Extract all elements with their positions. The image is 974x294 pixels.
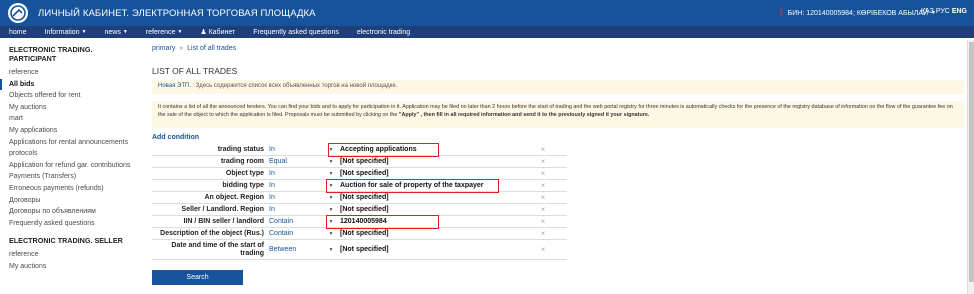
- sidebar-item-my-auctions[interactable]: My auctions: [0, 102, 140, 114]
- condition-value[interactable]: [Not specified]: [340, 194, 536, 201]
- chevron-down-icon[interactable]: ▼: [322, 247, 340, 253]
- nav-reference[interactable]: reference ▼: [137, 29, 192, 36]
- user-menu[interactable]: ⫿ БИН: 120140005984; КӨРІБЕКОВ АБЫЛАЙ ▼: [780, 8, 936, 18]
- highlight-box: [328, 143, 439, 157]
- chevron-down-icon[interactable]: ▼: [322, 159, 340, 165]
- chevron-down-icon[interactable]: ▼: [322, 207, 340, 213]
- lang-rus[interactable]: РУС: [936, 8, 950, 15]
- app-title: ЛИЧНЫЙ КАБИНЕТ. ЭЛЕКТРОННАЯ ТОРГОВАЯ ПЛО…: [38, 8, 316, 19]
- close-icon[interactable]: ×: [536, 193, 550, 202]
- condition-row: An object. Region In ▼ [Not specified] ×: [152, 192, 567, 204]
- condition-row: trading room Equal ▼ [Not specified] ×: [152, 156, 567, 168]
- breadcrumb-root[interactable]: primary: [152, 45, 175, 52]
- condition-value[interactable]: [Not specified]: [340, 170, 536, 177]
- sidebar: ELECTRONIC TRADING. PARTICIPANT referenc…: [0, 40, 140, 294]
- highlight-box: [326, 215, 439, 229]
- condition-operator[interactable]: Contain: [267, 218, 322, 225]
- condition-row: Date and time of the start of trading Be…: [152, 240, 567, 260]
- condition-value[interactable]: [Not specified]: [340, 230, 536, 237]
- sidebar-section-participant: ELECTRONIC TRADING. PARTICIPANT: [9, 45, 93, 63]
- sidebar-item-seller-my-auctions[interactable]: My auctions: [0, 261, 140, 273]
- breadcrumb-current[interactable]: List of all trades: [187, 45, 236, 52]
- sidebar-item-seller-reference[interactable]: reference: [0, 249, 140, 261]
- page-title: LIST OF ALL TRADES: [152, 66, 238, 76]
- sidebar-item-objects-for-rent[interactable]: Objects offered for rent: [0, 90, 140, 102]
- chevron-down-icon: ▼: [122, 29, 128, 35]
- sidebar-item-protocols[interactable]: protocols: [0, 148, 140, 160]
- condition-operator[interactable]: In: [267, 170, 322, 177]
- condition-operator[interactable]: Contain: [267, 230, 322, 237]
- chevron-down-icon[interactable]: ▼: [322, 195, 340, 201]
- notice-title: Новая ЭТП.: [158, 83, 191, 89]
- condition-operator[interactable]: In: [267, 182, 322, 189]
- chevron-down-icon: ▼: [81, 29, 87, 35]
- condition-operator[interactable]: In: [267, 194, 322, 201]
- chevron-down-icon: ▼: [177, 29, 183, 35]
- add-condition-link[interactable]: Add condition: [152, 134, 199, 141]
- sidebar-item-contracts-by-announcements[interactable]: Договоры по объявлениям: [0, 206, 140, 218]
- close-icon[interactable]: ×: [536, 181, 550, 190]
- chevron-down-icon[interactable]: ▼: [322, 171, 340, 177]
- condition-operator[interactable]: In: [267, 206, 322, 213]
- close-icon[interactable]: ×: [536, 157, 550, 166]
- notice-text: Здесь содержится список всех объявленных…: [195, 83, 398, 89]
- lang-eng[interactable]: ENG: [952, 8, 967, 15]
- sidebar-item-my-applications[interactable]: My applications: [0, 125, 140, 137]
- scrollbar[interactable]: [967, 40, 974, 294]
- nav-information[interactable]: Information ▼: [36, 29, 96, 36]
- nav-cabinet[interactable]: ♟ Кабинет: [191, 28, 244, 37]
- condition-row: Description of the object (Rus.) Contain…: [152, 228, 567, 240]
- close-icon[interactable]: ×: [536, 205, 550, 214]
- condition-operator[interactable]: Between: [267, 246, 322, 253]
- nav-news[interactable]: news ▼: [96, 29, 137, 36]
- close-icon[interactable]: ×: [536, 245, 550, 254]
- logo-icon[interactable]: [8, 3, 28, 23]
- breadcrumb: primary » List of all trades: [152, 45, 237, 52]
- close-icon[interactable]: ×: [536, 145, 550, 154]
- condition-value[interactable]: [Not specified]: [340, 206, 536, 213]
- nav-home[interactable]: home: [0, 29, 36, 36]
- main-nav: home Information ▼ news ▼ reference ▼ ♟ Каби…: [0, 26, 974, 38]
- close-icon[interactable]: ×: [536, 229, 550, 238]
- sidebar-item-mart[interactable]: mart: [0, 113, 140, 125]
- signature-icon: ⫿: [780, 8, 783, 17]
- search-button[interactable]: Search: [152, 270, 243, 285]
- notice-banner: Новая ЭТП. Здесь содержится список всех …: [152, 80, 964, 94]
- info-banner: It contains a list of all the announced …: [152, 101, 964, 128]
- info-apply-text: "Apply" , then fill in all required info…: [398, 111, 650, 118]
- condition-value[interactable]: [Not specified]: [340, 246, 536, 253]
- nav-faq[interactable]: Frequently asked questions: [244, 29, 348, 36]
- sidebar-section-seller: ELECTRONIC TRADING. SELLER: [9, 236, 123, 246]
- condition-operator[interactable]: In: [267, 146, 322, 153]
- sidebar-item-reference[interactable]: reference: [0, 67, 140, 79]
- user-label: БИН: 120140005984; КӨРІБЕКОВ АБЫЛАЙ: [787, 9, 929, 17]
- nav-electronic-trading[interactable]: electronic trading: [348, 29, 419, 36]
- scrollbar-thumb[interactable]: [969, 42, 974, 282]
- sidebar-item-payments[interactable]: Payments (Transfers): [0, 171, 140, 183]
- language-switcher: ҚАЗ РУС ENG: [921, 8, 967, 15]
- sidebar-item-contracts[interactable]: Договоры: [0, 195, 140, 207]
- user-icon: ♟: [200, 29, 207, 36]
- close-icon[interactable]: ×: [536, 169, 550, 178]
- close-icon[interactable]: ×: [536, 217, 550, 226]
- condition-value[interactable]: [Not specified]: [340, 158, 536, 165]
- highlight-box: [326, 179, 499, 193]
- app-header: ЛИЧНЫЙ КАБИНЕТ. ЭЛЕКТРОННАЯ ТОРГОВАЯ ПЛО…: [0, 0, 974, 26]
- sidebar-item-all-bids[interactable]: All bids: [0, 78, 140, 91]
- condition-operator[interactable]: Equal: [267, 158, 322, 165]
- sidebar-item-rental-applications[interactable]: Applications for rental announcements: [0, 137, 140, 149]
- chevron-down-icon[interactable]: ▼: [322, 231, 340, 237]
- sidebar-item-erroneous-payments[interactable]: Erroneous payments (refunds): [0, 183, 140, 195]
- lang-kaz[interactable]: ҚАЗ: [921, 8, 934, 15]
- sidebar-item-faq[interactable]: Frequently asked questions: [0, 218, 140, 230]
- sidebar-item-refund-application[interactable]: Application for refund gar. contribution…: [0, 160, 140, 172]
